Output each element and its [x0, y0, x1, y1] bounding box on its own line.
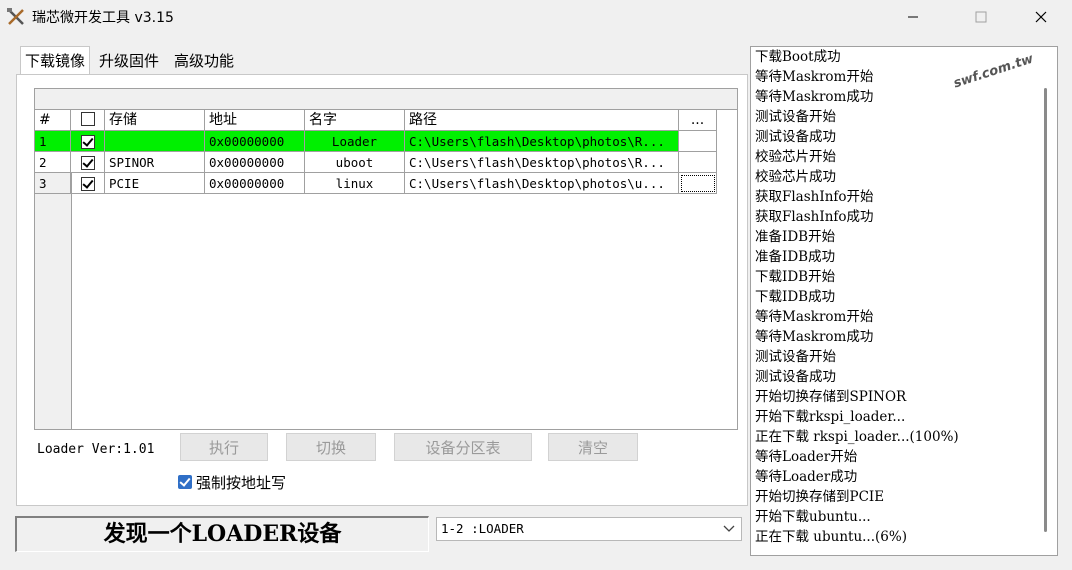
table-row[interactable]: 2 SPINOR 0x00000000 uboot C:\Users\flash…: [35, 152, 737, 173]
log-line: 测试设备成功: [755, 129, 836, 145]
row-address[interactable]: 0x00000000: [205, 173, 305, 194]
log-line: 测试设备开始: [755, 109, 836, 125]
col-header-storage: 存储: [105, 110, 205, 131]
device-status: 发现一个LOADER设备: [15, 516, 429, 552]
device-select-value: 1-2 :LOADER: [441, 521, 524, 536]
row-checkbox-cell[interactable]: [71, 173, 105, 194]
table-row[interactable]: 1 0x00000000 Loader C:\Users\flash\Deskt…: [35, 131, 737, 152]
loader-version: Loader Ver:1.01: [37, 442, 155, 457]
close-button[interactable]: [1018, 0, 1064, 34]
log-panel[interactable]: 下载Boot成功等待Maskrom开始 等待Maskrom成功 测试设备开始 测试设备…: [750, 46, 1058, 556]
maximize-icon: [975, 11, 987, 23]
log-line: 获取FlashInfo开始: [755, 189, 874, 205]
row-storage[interactable]: PCIE: [105, 173, 205, 194]
log-line: 获取FlashInfo成功: [755, 209, 874, 225]
log-line: 准备IDB开始: [755, 229, 836, 245]
log-line: 正在下载 rkspi_loader...(100%): [755, 429, 959, 445]
switch-button[interactable]: 切换: [286, 433, 376, 461]
window-title: 瑞芯微开发工具 v3.15: [32, 10, 174, 26]
partition-table-button[interactable]: 设备分区表: [394, 433, 532, 461]
row-name[interactable]: Loader: [305, 131, 405, 152]
row-checkbox-cell[interactable]: [71, 152, 105, 173]
row-header-filler: [35, 194, 72, 429]
log-line: 等待Maskrom成功: [755, 89, 874, 105]
log-line: 下载IDB成功: [755, 289, 836, 305]
log-line: 开始下载rkspi_loader...: [755, 409, 906, 425]
image-table[interactable]: # 存储 地址 名字 路径 ... 1 0x00000000 Loader C:…: [34, 88, 738, 430]
row-address[interactable]: 0x00000000: [205, 152, 305, 173]
row-checkbox[interactable]: [80, 176, 95, 191]
log-line: 正在下载 ubuntu...(6%): [755, 529, 907, 545]
log-line: 校验芯片成功: [755, 169, 836, 185]
log-line: 等待Loader开始: [755, 449, 858, 465]
log-line: 下载IDB开始: [755, 269, 836, 285]
log-line: 测试设备成功: [755, 369, 836, 385]
row-name[interactable]: linux: [305, 173, 405, 194]
tools-icon: [7, 8, 24, 25]
row-browse-button[interactable]: [679, 152, 717, 173]
row-address[interactable]: 0x00000000: [205, 131, 305, 152]
col-header-address: 地址: [205, 110, 305, 131]
col-header-name: 名字: [305, 110, 405, 131]
row-checkbox-cell[interactable]: [71, 131, 105, 152]
row-browse-button[interactable]: [679, 131, 717, 152]
table-row[interactable]: 3 PCIE 0x00000000 linux C:\Users\flash\D…: [35, 173, 737, 194]
tab-upgrade-firmware[interactable]: 升级固件: [95, 48, 163, 74]
row-num: 2: [35, 152, 71, 173]
col-header-num: #: [35, 110, 71, 131]
log-line: 开始切换存储到SPINOR: [755, 389, 907, 405]
log-line: 校验芯片开始: [755, 149, 836, 165]
col-header-check[interactable]: [71, 110, 105, 131]
row-name[interactable]: uboot: [305, 152, 405, 173]
close-icon: [1035, 11, 1047, 23]
col-header-browse: ...: [679, 110, 717, 131]
table-top-bar: [35, 89, 737, 110]
log-line: 下载Boot成功: [755, 49, 841, 65]
row-path[interactable]: C:\Users\flash\Desktop\photos\u...: [405, 173, 679, 194]
select-all-checkbox[interactable]: [80, 112, 95, 126]
log-line: 等待Loader成功: [755, 469, 858, 485]
minimize-icon: [908, 16, 918, 18]
row-num: 1: [35, 131, 71, 152]
maximize-button[interactable]: [958, 0, 1004, 34]
chevron-down-icon[interactable]: [723, 524, 735, 534]
row-path[interactable]: C:\Users\flash\Desktop\photos\R...: [405, 152, 679, 173]
log-scrollbar[interactable]: [1044, 88, 1047, 532]
log-line: 开始下载ubuntu...: [755, 509, 871, 525]
log-line: 开始切换存储到PCIE: [755, 489, 885, 505]
device-select[interactable]: 1-2 :LOADER: [436, 517, 742, 541]
row-checkbox[interactable]: [80, 134, 95, 149]
checkbox-checked-icon[interactable]: [178, 474, 192, 489]
log-line: 等待Maskrom开始: [755, 69, 874, 85]
col-header-path: 路径: [405, 110, 679, 131]
force-address-write-label: 强制按地址写: [196, 474, 287, 492]
row-num: 3: [35, 173, 71, 194]
row-storage[interactable]: SPINOR: [105, 152, 205, 173]
minimize-button[interactable]: [890, 0, 936, 34]
log-line: 准备IDB成功: [755, 249, 836, 265]
row-storage[interactable]: [105, 131, 205, 152]
tab-advanced[interactable]: 高级功能: [170, 48, 238, 74]
row-checkbox[interactable]: [80, 155, 95, 170]
row-browse-button[interactable]: [679, 173, 717, 194]
log-line: 测试设备开始: [755, 349, 836, 365]
row-path[interactable]: C:\Users\flash\Desktop\photos\R...: [405, 131, 679, 152]
clear-button[interactable]: 清空: [548, 433, 638, 461]
tab-download-image[interactable]: 下载镜像: [20, 46, 91, 75]
log-line: 等待Maskrom开始: [755, 309, 874, 325]
table-header: # 存储 地址 名字 路径 ...: [35, 110, 737, 131]
force-address-write-checkbox[interactable]: 强制按地址写: [178, 472, 286, 493]
title-bar: 瑞芯微开发工具 v3.15: [0, 0, 1072, 34]
log-line: 等待Maskrom成功: [755, 329, 874, 345]
run-button[interactable]: 执行: [180, 433, 268, 461]
